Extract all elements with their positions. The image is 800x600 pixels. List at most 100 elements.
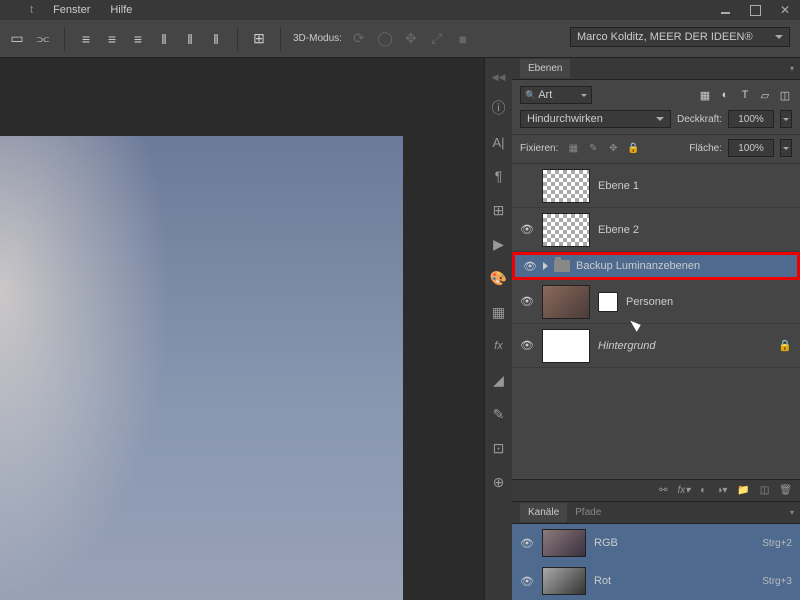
layers-footer: ⚯ fx▾ ◐ ◑▾ 📁 ◫ 🗑 bbox=[512, 479, 800, 501]
link-icon[interactable]: ⚯ bbox=[659, 485, 667, 496]
folder-icon[interactable]: 📁 bbox=[737, 485, 749, 496]
canvas[interactable] bbox=[0, 136, 403, 600]
adjust-icon[interactable]: ◑▾ bbox=[716, 485, 727, 496]
channel-name: Rot bbox=[594, 575, 611, 587]
eye-icon[interactable]: 👁 bbox=[520, 295, 534, 309]
fill-label: Fläche: bbox=[689, 143, 722, 154]
align-icon[interactable]: ⫗ bbox=[34, 30, 52, 48]
workspace-select[interactable]: Marco Kolditz, MEER DER IDEEN® bbox=[570, 27, 790, 47]
tab-ebenen[interactable]: Ebenen bbox=[520, 59, 570, 78]
filter-type-icon[interactable]: T bbox=[738, 88, 752, 102]
tab-kanaele[interactable]: Kanäle bbox=[520, 503, 567, 522]
eye-icon[interactable]: 👁 bbox=[523, 259, 537, 273]
folder-icon bbox=[554, 260, 570, 272]
3d-icon[interactable]: ◯ bbox=[376, 30, 394, 48]
opacity-input[interactable]: 100% bbox=[728, 110, 774, 128]
canvas-area[interactable] bbox=[0, 58, 484, 600]
menu-fenster[interactable]: Fenster bbox=[43, 1, 100, 19]
filter-smart-icon[interactable]: ◫ bbox=[778, 88, 792, 102]
menu-hilfe[interactable]: Hilfe bbox=[100, 1, 142, 19]
dist-icon[interactable]: ‖ bbox=[207, 30, 225, 48]
dist-icon[interactable]: ≡ bbox=[129, 30, 147, 48]
character-icon[interactable]: A| bbox=[490, 133, 508, 151]
3d-icon[interactable]: ⟳ bbox=[350, 30, 368, 48]
blend-mode-select[interactable]: Hindurchwirken bbox=[520, 110, 671, 128]
layer-thumb[interactable] bbox=[542, 329, 590, 363]
filter-adjust-icon[interactable]: ◐ bbox=[718, 88, 732, 102]
window-maximize[interactable] bbox=[740, 0, 770, 20]
channel-name: RGB bbox=[594, 537, 618, 549]
channel-thumb[interactable] bbox=[542, 567, 586, 595]
lock-paint-icon[interactable]: ✎ bbox=[586, 141, 600, 155]
eye-icon[interactable]: 👁 bbox=[520, 339, 534, 353]
clone-icon[interactable]: ⊕ bbox=[490, 473, 508, 491]
channel-thumb[interactable] bbox=[542, 529, 586, 557]
3d-icon[interactable]: ■ bbox=[454, 30, 472, 48]
dist-icon[interactable]: ≡ bbox=[77, 30, 95, 48]
layer-filter-kind[interactable]: Art bbox=[520, 86, 592, 104]
layer-row[interactable]: 👁 Hintergrund 🔒 bbox=[512, 324, 800, 368]
fx-icon[interactable]: fx▾ bbox=[677, 485, 690, 496]
eye-icon[interactable]: 👁 bbox=[520, 223, 534, 237]
mask-thumb[interactable] bbox=[598, 292, 618, 312]
channels-panel-header: Kanäle Pfade bbox=[512, 502, 800, 524]
channel-shortcut: Strg+2 bbox=[762, 538, 792, 549]
trash-icon[interactable]: 🗑 bbox=[779, 485, 792, 496]
layer-row[interactable]: 👁 Personen bbox=[512, 280, 800, 324]
menu-cut[interactable]: t bbox=[20, 1, 43, 19]
tab-pfade[interactable]: Pfade bbox=[567, 503, 609, 522]
lock-label: Fixieren: bbox=[520, 143, 558, 154]
dist-icon[interactable]: ‖ bbox=[155, 30, 173, 48]
layer-thumb[interactable] bbox=[542, 285, 590, 319]
tool-icon[interactable]: ◢ bbox=[490, 371, 508, 389]
info-icon[interactable]: ⓘ bbox=[490, 99, 508, 117]
fx-icon[interactable]: fx bbox=[490, 337, 508, 355]
lock-all-icon[interactable]: 🔒 bbox=[626, 141, 640, 155]
layer-name[interactable]: Backup Luminanzebenen bbox=[576, 260, 700, 272]
opacity-label: Deckkraft: bbox=[677, 114, 722, 125]
mask-icon[interactable]: ◐ bbox=[700, 485, 706, 496]
opacity-stepper[interactable] bbox=[780, 110, 792, 128]
eye-icon[interactable]: 👁 bbox=[520, 536, 534, 550]
fill-stepper[interactable] bbox=[780, 139, 792, 157]
layer-group-selected[interactable]: 👁 Backup Luminanzebenen bbox=[512, 252, 800, 280]
layer-row[interactable]: 👁 Ebene 1 bbox=[512, 164, 800, 208]
layer-row[interactable]: 👁 Ebene 2 bbox=[512, 208, 800, 252]
3d-icon[interactable]: ✥ bbox=[402, 30, 420, 48]
layer-name[interactable]: Ebene 1 bbox=[598, 180, 639, 192]
lock-transparent-icon[interactable]: ▦ bbox=[566, 141, 580, 155]
brush-icon[interactable]: ✎ bbox=[490, 405, 508, 423]
layer-name[interactable]: Personen bbox=[626, 296, 673, 308]
layer-name[interactable]: Hintergrund bbox=[598, 340, 655, 352]
swatch-icon[interactable]: 🎨 bbox=[490, 269, 508, 287]
window-minimize[interactable] bbox=[710, 0, 740, 20]
layer-thumb[interactable] bbox=[542, 213, 590, 247]
grid-icon[interactable]: ▦ bbox=[490, 303, 508, 321]
auto-icon[interactable]: ⊞ bbox=[250, 30, 268, 48]
3d-icon[interactable]: ⤢ bbox=[428, 30, 446, 48]
collapsed-panels: ◀◀ ⓘ A| ¶ ⊞ ▶ 🎨 ▦ fx ◢ ✎ ⊡ ⊕ bbox=[484, 58, 512, 600]
eye-icon[interactable]: 👁 bbox=[520, 574, 534, 588]
layers-list: 👁 Ebene 1 👁 Ebene 2 👁 Backup Luminanzebe… bbox=[512, 164, 800, 479]
layer-name[interactable]: Ebene 2 bbox=[598, 224, 639, 236]
filter-shape-icon[interactable]: ▱ bbox=[758, 88, 772, 102]
play-icon[interactable]: ▶ bbox=[490, 235, 508, 253]
channel-row[interactable]: 👁 Rot Strg+3 bbox=[512, 562, 800, 600]
style-icon[interactable]: ⊞ bbox=[490, 201, 508, 219]
preset-icon[interactable]: ⊡ bbox=[490, 439, 508, 457]
filter-image-icon[interactable]: ▦ bbox=[698, 88, 712, 102]
lock-move-icon[interactable]: ✥ bbox=[606, 141, 620, 155]
new-icon[interactable]: ◫ bbox=[760, 485, 769, 496]
align-icon[interactable]: ▭ bbox=[8, 30, 26, 48]
paragraph-icon[interactable]: ¶ bbox=[490, 167, 508, 185]
dist-icon[interactable]: ‖ bbox=[181, 30, 199, 48]
dist-icon[interactable]: ≡ bbox=[103, 30, 121, 48]
channel-row[interactable]: 👁 RGB Strg+2 bbox=[512, 524, 800, 562]
disclosure-icon[interactable] bbox=[543, 262, 548, 270]
channel-shortcut: Strg+3 bbox=[762, 576, 792, 587]
options-bar: ▭ ⫗ ≡ ≡ ≡ ‖ ‖ ‖ ⊞ 3D-Modus: ⟳ ◯ ✥ ⤢ ■ Ma… bbox=[0, 20, 800, 58]
window-close[interactable] bbox=[770, 0, 800, 20]
layer-thumb[interactable] bbox=[542, 169, 590, 203]
fill-input[interactable]: 100% bbox=[728, 139, 774, 157]
layer-filter-icons: ▦ ◐ T ▱ ◫ bbox=[698, 88, 792, 102]
